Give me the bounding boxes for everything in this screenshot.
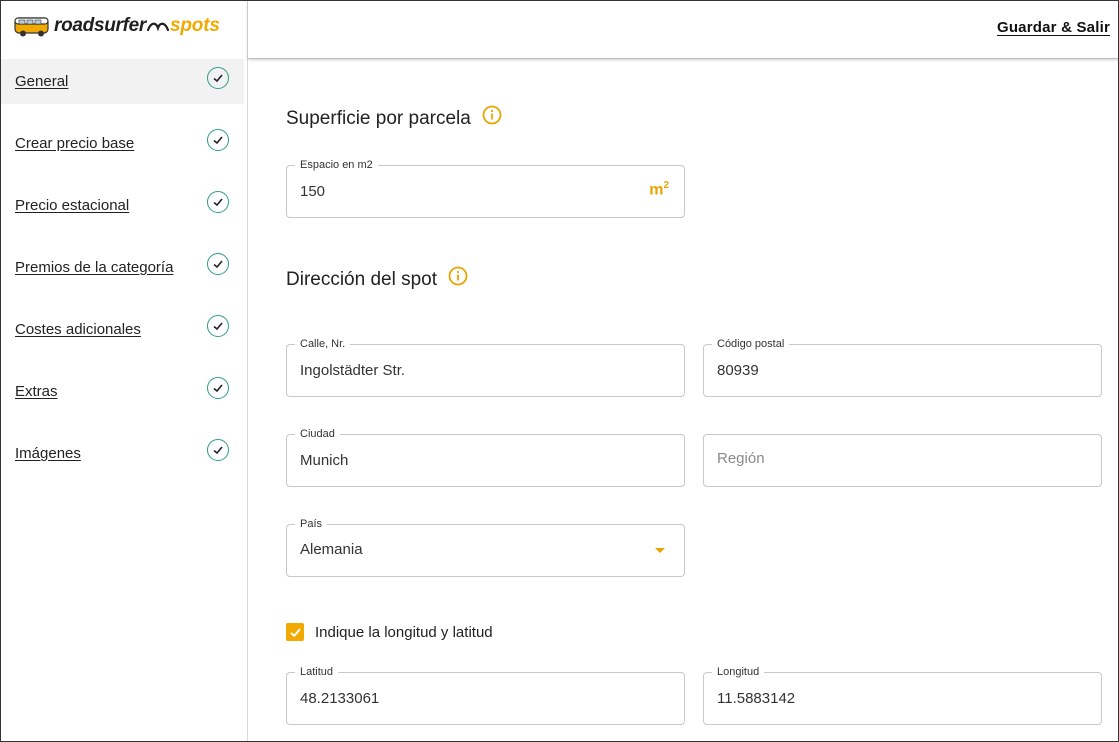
region-input[interactable] xyxy=(717,450,1035,467)
sidebar-nav: General Crear precio base Precio estacio… xyxy=(1,58,247,492)
brand-name: roadsurfer xyxy=(54,15,147,36)
sidebar-item-additional-costs[interactable]: Costes adicionales xyxy=(1,306,247,368)
country-select[interactable]: País Alemania xyxy=(286,517,685,577)
sidebar-item-general[interactable]: General xyxy=(1,58,247,120)
unit-exponent: 2 xyxy=(663,180,669,191)
checkmark-icon xyxy=(289,628,301,637)
sidebar-item-seasonal-price[interactable]: Precio estacional xyxy=(1,182,247,244)
top-header: Guardar & Salir xyxy=(248,1,1118,59)
field-label: Calle, Nr. xyxy=(295,337,351,351)
sidebar-item-label[interactable]: Imágenes xyxy=(15,445,81,462)
field-label: Longitud xyxy=(712,665,765,679)
city-value[interactable]: Munich xyxy=(300,452,618,469)
sidebar-item-category-awards[interactable]: Premios de la categoría xyxy=(1,244,247,306)
brand-logo[interactable]: roadsurfer spots xyxy=(14,13,220,39)
coords-checkbox[interactable] xyxy=(286,623,304,641)
street-field[interactable]: Calle, Nr. Ingolstädter Str. xyxy=(286,337,685,397)
city-field[interactable]: Ciudad Munich xyxy=(286,427,685,487)
field-label: País xyxy=(295,517,328,531)
longitude-field[interactable]: Longitud 11.5883142 xyxy=(703,665,1102,725)
sidebar-item-images[interactable]: Imágenes xyxy=(1,430,247,492)
brand-suffix: spots xyxy=(170,15,220,36)
unit-m2: m2 xyxy=(649,180,669,199)
field-label: Latitud xyxy=(295,665,339,679)
field-label: Código postal xyxy=(712,337,790,351)
sidebar-item-label[interactable]: Precio estacional xyxy=(15,197,129,214)
country-value[interactable]: Alemania xyxy=(300,541,618,558)
wave-icon xyxy=(147,22,170,32)
coords-checkbox-label[interactable]: Indique la longitud y latitud xyxy=(315,624,493,641)
sidebar-item-label[interactable]: Costes adicionales xyxy=(15,321,141,338)
sidebar-item-base-price[interactable]: Crear precio base xyxy=(1,120,247,182)
check-circle-icon xyxy=(207,377,229,399)
sidebar-item-label[interactable]: Premios de la categoría xyxy=(15,259,173,276)
dropdown-arrow-icon[interactable] xyxy=(655,548,665,553)
postal-code-value[interactable]: 80939 xyxy=(717,362,1035,379)
surface-m2-field[interactable]: Espacio en m2 150 m2 xyxy=(286,158,685,218)
sidebar-item-label[interactable]: Extras xyxy=(15,383,58,400)
check-circle-icon xyxy=(207,253,229,275)
street-value[interactable]: Ingolstädter Str. xyxy=(300,362,618,379)
section-title: Dirección del spot xyxy=(286,269,438,290)
section-title: Superficie por parcela xyxy=(286,108,471,129)
coords-checkbox-row[interactable]: Indique la longitud y latitud xyxy=(286,623,493,641)
app-window: roadsurfer spots General Crear precio ba… xyxy=(0,0,1119,742)
save-and-exit-button[interactable]: Guardar & Salir xyxy=(997,19,1110,36)
latitude-field[interactable]: Latitud 48.2133061 xyxy=(286,665,685,725)
van-icon xyxy=(14,17,49,37)
longitude-value[interactable]: 11.5883142 xyxy=(717,690,1035,707)
check-circle-icon xyxy=(207,439,229,461)
address-section: Dirección del spot xyxy=(286,266,468,291)
info-icon[interactable] xyxy=(448,266,468,286)
check-circle-icon xyxy=(207,67,229,89)
postal-code-field[interactable]: Código postal 80939 xyxy=(703,337,1102,397)
field-label: Ciudad xyxy=(295,427,340,441)
surface-m2-value[interactable]: 150 xyxy=(300,183,618,200)
field-label: Espacio en m2 xyxy=(295,158,378,172)
region-field[interactable] xyxy=(703,434,1102,487)
sidebar-item-label[interactable]: General xyxy=(15,73,68,90)
sidebar-item-extras[interactable]: Extras xyxy=(1,368,247,430)
surface-section: Superficie por parcela xyxy=(286,105,502,130)
main-form: Superficie por parcela Espacio en m2 150… xyxy=(248,59,1118,741)
sidebar: roadsurfer spots General Crear precio ba… xyxy=(1,1,248,741)
unit-base: m xyxy=(649,181,664,199)
check-circle-icon xyxy=(207,129,229,151)
latitude-value[interactable]: 48.2133061 xyxy=(300,690,618,707)
sidebar-item-label[interactable]: Crear precio base xyxy=(15,135,134,152)
check-circle-icon xyxy=(207,315,229,337)
check-circle-icon xyxy=(207,191,229,213)
info-icon[interactable] xyxy=(482,105,502,125)
